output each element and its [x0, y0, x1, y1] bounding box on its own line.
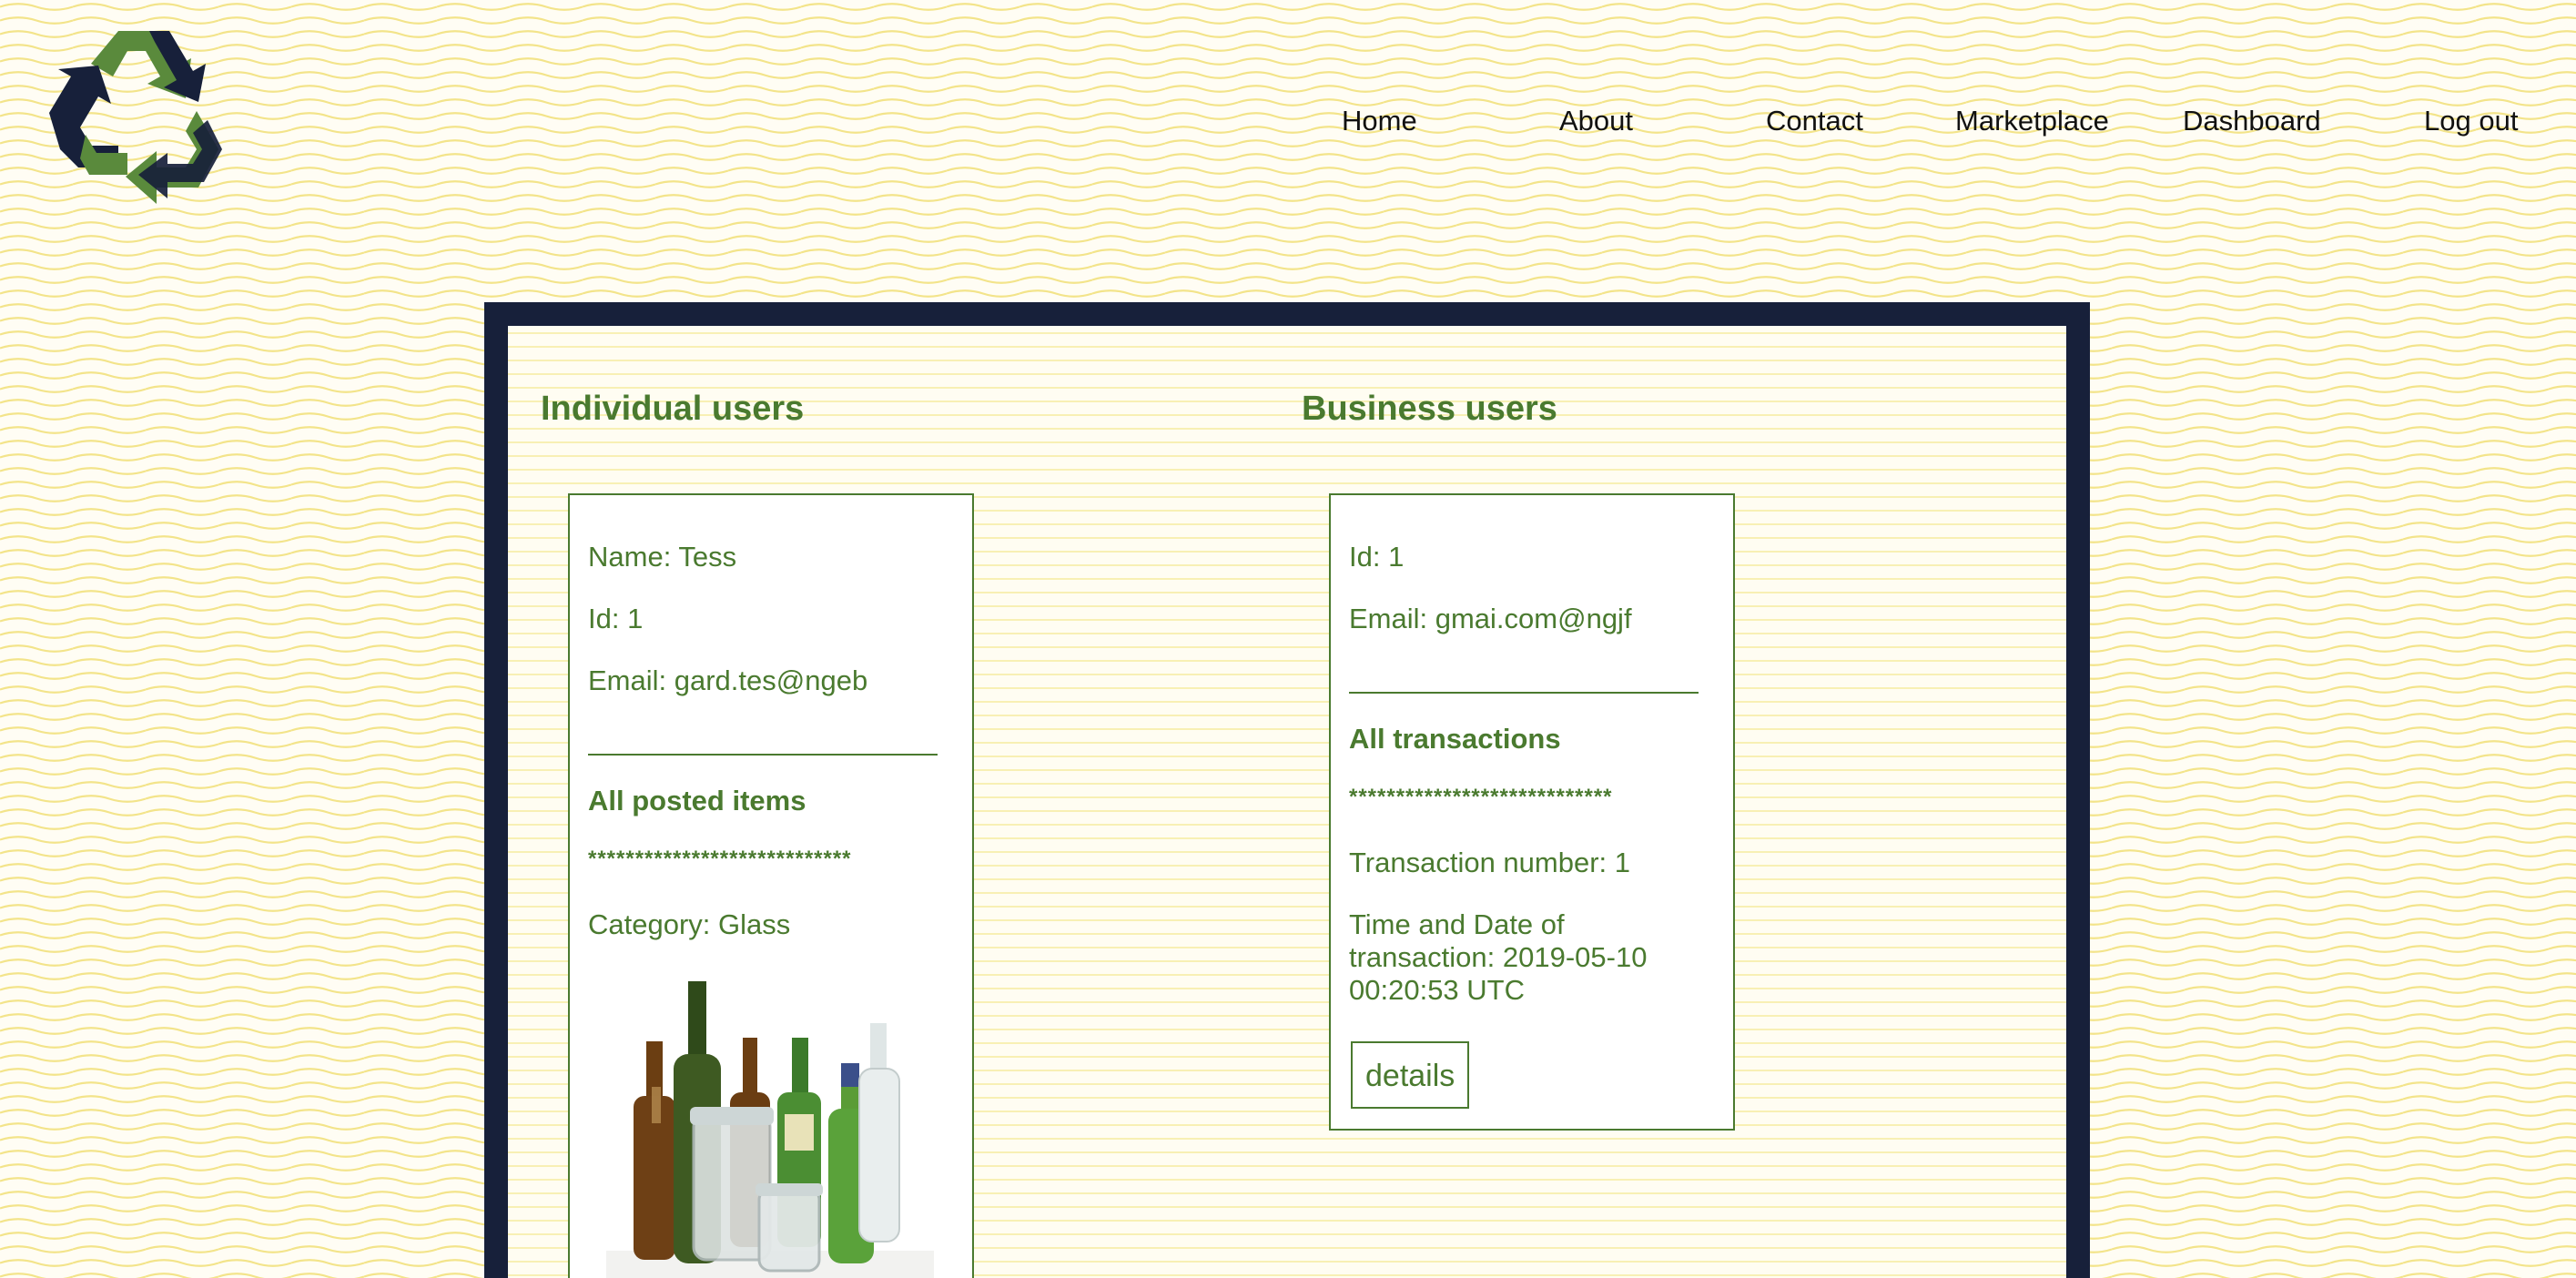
item-category: Category: Glass — [588, 908, 791, 940]
site-header: Home About Contact Marketplace Dashboard… — [0, 0, 2576, 237]
nav-dashboard-link[interactable]: Dashboard — [2183, 98, 2321, 144]
main-navigation: Home About Contact Marketplace Dashboard… — [0, 98, 2576, 144]
divider — [588, 754, 938, 756]
nav-about-link[interactable]: About — [1559, 98, 1633, 144]
business-id: Id: 1 — [1349, 541, 1405, 573]
nav-contact-link[interactable]: Contact — [1766, 98, 1863, 144]
nav-home-link[interactable]: Home — [1342, 98, 1417, 144]
divider — [1349, 692, 1699, 694]
business-email: Email: gmai.com@ngjf — [1349, 603, 1632, 634]
user-name: Name: Tess — [588, 541, 737, 573]
user-email: Email: gard.tes@ngeb — [588, 664, 868, 696]
dashboard-content: Individual users Name: Tess Id: 1 Email:… — [508, 326, 2066, 1278]
transaction-number: Transaction number: 1 — [1349, 847, 1631, 878]
glass-bottles-image — [606, 978, 934, 1278]
separator-stars: **************************** — [588, 847, 852, 871]
nav-logout-link[interactable]: Log out — [2424, 98, 2518, 144]
details-button[interactable]: details — [1351, 1041, 1470, 1109]
nav-marketplace-link[interactable]: Marketplace — [1955, 98, 2109, 144]
transaction-datetime: Time and Date of transaction: 2019-05-10… — [1349, 908, 1648, 1006]
separator-stars: **************************** — [1349, 785, 1613, 809]
dashboard-frame: Individual users Name: Tess Id: 1 Email:… — [484, 302, 2090, 1278]
user-id: Id: 1 — [588, 603, 644, 634]
transactions-heading: All transactions — [1349, 723, 1561, 755]
individual-users-title: Individual users — [541, 390, 805, 428]
business-users-title: Business users — [1302, 390, 1557, 428]
individual-user-card: Name: Tess Id: 1 Email: gard.tes@ngeb Al… — [568, 493, 974, 1278]
posted-items-heading: All posted items — [588, 785, 806, 816]
business-user-card: Id: 1 Email: gmai.com@ngjf All transacti… — [1329, 493, 1735, 1131]
